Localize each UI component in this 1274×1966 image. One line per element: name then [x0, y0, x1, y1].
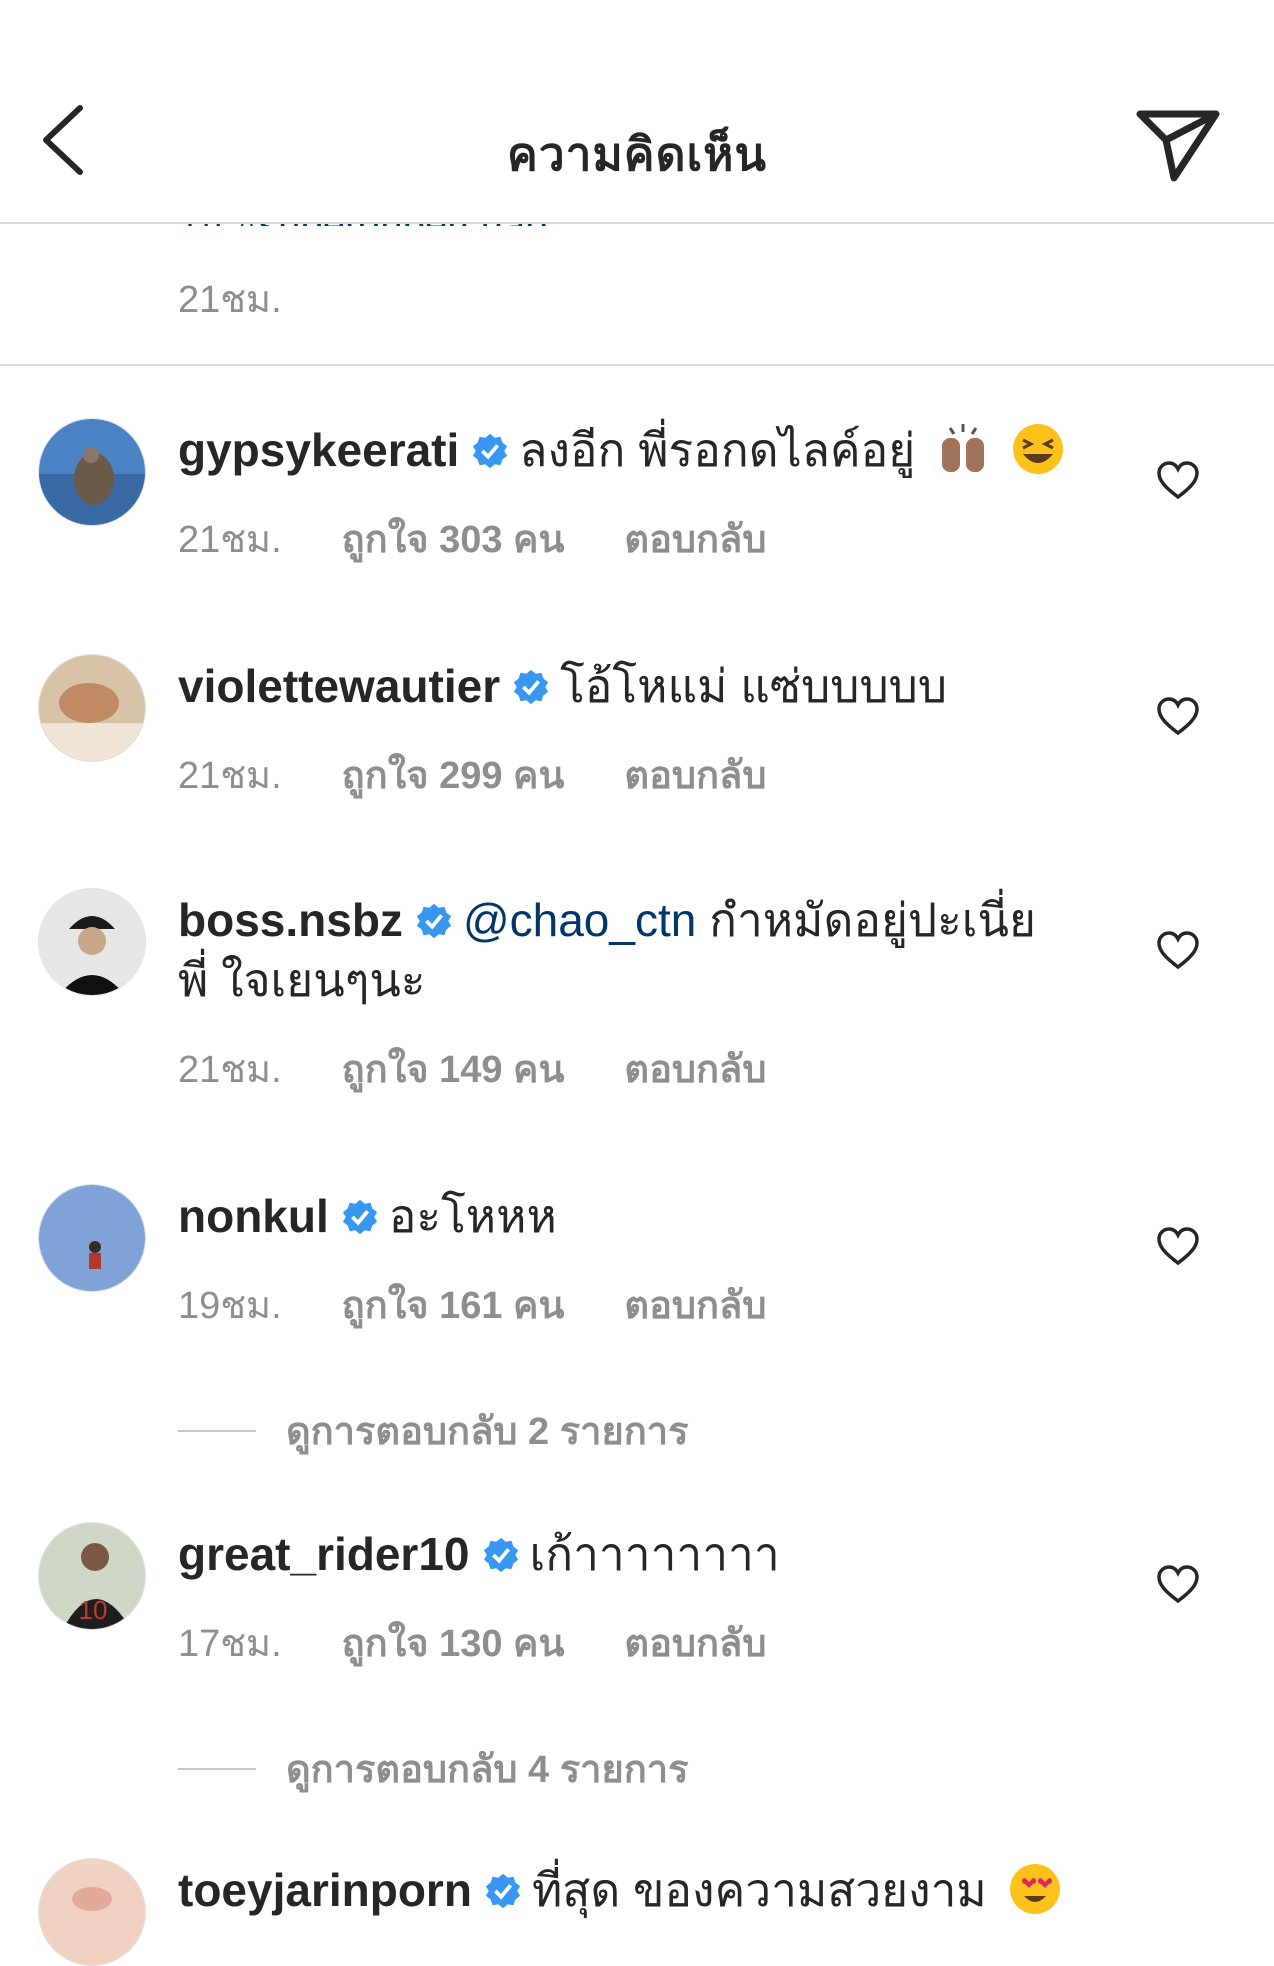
avatar[interactable] [38, 418, 146, 526]
comment-username[interactable]: boss.nsbz [178, 894, 403, 946]
verified-badge-icon [485, 1873, 521, 1909]
comment-text: อะโหหห [388, 1190, 557, 1242]
comment-time: 21ชม. [178, 519, 282, 561]
view-replies-line [178, 1768, 256, 1770]
page-title: ความคิดเห็น [507, 128, 767, 180]
reply-button[interactable]: ตอบกลับ [624, 1285, 766, 1327]
send-paper-plane-icon[interactable] [1136, 108, 1220, 184]
view-replies-label: ดูการตอบกลับ 4 รายการ [286, 1749, 689, 1791]
comment-likes[interactable]: ถูกใจ 149 คน [342, 1049, 565, 1091]
comment-username[interactable]: gypsykeerati [178, 424, 459, 476]
comment-mention[interactable]: @chao_ctn [463, 894, 696, 946]
like-heart-icon[interactable] [1156, 1226, 1200, 1266]
reply-button[interactable]: ตอบกลับ [624, 1623, 766, 1665]
comment-text: เก้าาาาาาาา [529, 1528, 780, 1580]
verified-badge-icon [416, 903, 452, 939]
avatar[interactable] [38, 654, 146, 762]
comment-text: ที่สุด ของความสวยงาม [531, 1864, 987, 1916]
comment-text: โอ้โหแม่ แซ่บบบบบ [560, 660, 948, 712]
like-heart-icon[interactable] [1156, 1564, 1200, 1604]
comment-likes[interactable]: ถูกใจ 161 คน [342, 1285, 565, 1327]
verified-badge-icon [513, 669, 549, 705]
comment-time: 21ชม. [178, 1049, 282, 1091]
comment-username[interactable]: nonkul [178, 1190, 329, 1242]
avatar[interactable] [38, 1184, 146, 1292]
comment-likes[interactable]: ถูกใจ 130 คน [342, 1623, 565, 1665]
avatar[interactable]: 10 [38, 1522, 146, 1630]
comment-time: 21ชม. [178, 755, 282, 797]
caption-divider [0, 364, 1274, 366]
grinning-squinting-emoji [1012, 424, 1063, 474]
like-heart-icon[interactable] [1156, 930, 1200, 970]
view-replies-button[interactable]: ดูการตอบกลับ 2 รายการ [178, 1400, 689, 1461]
svg-text:10: 10 [79, 1595, 108, 1625]
header: ความคิดเห็น [0, 0, 1274, 224]
verified-badge-icon [483, 1537, 518, 1573]
like-heart-icon[interactable] [1156, 460, 1200, 500]
comment-likes[interactable]: ถูกใจ 303 คน [342, 519, 565, 561]
view-replies-line [178, 1430, 256, 1432]
like-heart-icon[interactable] [1156, 696, 1200, 736]
caption-time: 21ชม. [178, 279, 282, 321]
view-replies-button[interactable]: ดูการตอบกลับ 4 รายการ [178, 1738, 689, 1799]
reply-button[interactable]: ตอบกลับ [624, 755, 766, 797]
comment-username[interactable]: toeyjarinporn [178, 1864, 472, 1916]
comment-time: 17ชม. [178, 1623, 282, 1665]
avatar[interactable] [38, 888, 146, 996]
comment-username[interactable]: great_rider10 [178, 1528, 470, 1580]
comment-likes[interactable]: ถูกใจ 299 คน [342, 755, 565, 797]
reply-button[interactable]: ตอบกลับ [624, 519, 766, 561]
verified-badge-icon [342, 1199, 377, 1235]
comment-username[interactable]: violettewautier [178, 660, 500, 712]
comment-text: ลงอีก พี่รอกดไลค์อยู่ [519, 424, 916, 476]
avatar[interactable] [38, 1858, 146, 1966]
view-replies-label: ดูการตอบกลับ 2 รายการ [286, 1411, 689, 1453]
raising-hands-emoji [942, 424, 985, 472]
comment-time: 19ชม. [178, 1285, 282, 1327]
verified-badge-icon [473, 433, 508, 469]
reply-button[interactable]: ตอบกลับ [624, 1049, 766, 1091]
